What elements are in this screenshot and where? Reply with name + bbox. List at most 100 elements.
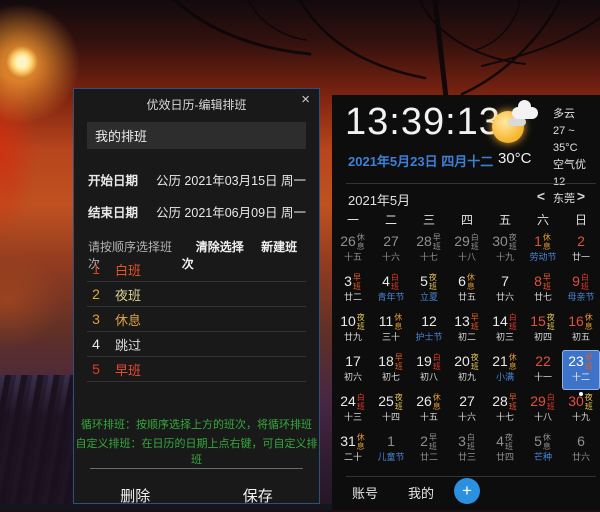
panel-divider-bottom [346,476,596,477]
help-line-custom: 自定义排班：在日历的日期上点右键，可自定义排班 [74,435,319,467]
lunar-date-label: 初七 [372,372,410,383]
calendar-day-1[interactable]: 1儿童节 [372,430,410,470]
calendar-grid: 26休息十五27十六28早班十七29白班十八30夜班十九1休息劳动节2廿一3早班… [334,230,600,470]
calendar-day-30[interactable]: 30夜班十九 [562,390,600,430]
lunar-date-label: 十六 [372,252,410,263]
shift-badge: 早班 [543,274,552,291]
calendar-day-17[interactable]: 17初六 [334,350,372,390]
shift-order-number: 5 [87,361,105,377]
calendar-day-8[interactable]: 8早班廿七 [524,270,562,310]
calendar-day-19[interactable]: 19白班初八 [410,350,448,390]
day-number: 8 [534,273,542,289]
day-number: 12 [421,313,437,329]
shift-row-跳过[interactable]: 4跳过 [87,332,306,357]
shift-row-早班[interactable]: 5早班 [87,357,306,382]
calendar-day-14[interactable]: 14白班初三 [486,310,524,350]
calendar-day-16[interactable]: 16休息初五 [562,310,600,350]
calendar-day-9[interactable]: 9白班母亲节 [562,270,600,310]
calendar-day-28[interactable]: 28早班十七 [410,230,448,270]
calendar-day-4[interactable]: 4白班青年节 [372,270,410,310]
day-number: 27 [383,233,399,249]
prev-month-button[interactable]: < [532,188,550,204]
calendar-day-25[interactable]: 25夜班十四 [372,390,410,430]
calendar-day-31[interactable]: 31休息二十 [334,430,372,470]
calendar-day-26[interactable]: 26休息十五 [334,230,372,270]
delete-button[interactable]: 删除 [74,479,197,512]
calendar-day-27[interactable]: 27 十六 [372,230,410,270]
lunar-date-label: 十五 [410,412,448,423]
day-number: 16 [568,313,584,329]
shift-badge: 白班 [467,434,476,451]
calendar-day-11[interactable]: 11休息三十 [372,310,410,350]
lunar-date-label: 初五 [562,332,600,343]
calendar-day-28[interactable]: 28早班十七 [486,390,524,430]
calendar-day-26[interactable]: 26休息十五 [410,390,448,430]
calendar-day-2[interactable]: 2早班廿二 [410,430,448,470]
day-number: 27 [459,393,475,409]
calendar-day-3[interactable]: 3白班廿三 [448,430,486,470]
end-date-value[interactable]: 公历 2021年06月09日 周一 [156,202,306,221]
calendar-day-13[interactable]: 13早班初二 [448,310,486,350]
shift-badge: 休息 [394,314,403,331]
calendar-day-5[interactable]: 5夜班立夏 [410,270,448,310]
calendar-day-1[interactable]: 1休息劳动节 [524,230,562,270]
calendar-day-15[interactable]: 15夜班初四 [524,310,562,350]
shift-badge: 夜班 [395,394,404,411]
shift-row-休息[interactable]: 3休息 [87,307,306,332]
calendar-day-29[interactable]: 29白班十八 [448,230,486,270]
day-number: 5 [420,273,428,289]
lunar-date-label: 初二 [448,332,486,343]
calendar-day-3[interactable]: 3早班廿二 [334,270,372,310]
day-number: 13 [454,313,470,329]
calendar-day-27[interactable]: 27十六 [448,390,486,430]
shift-name-label: 休息 [115,310,141,329]
shift-order-number: 2 [87,286,105,302]
calendar-day-23[interactable]: 23早班十二 [562,350,600,390]
edit-shift-dialog: 优效日历-编辑排班 × 开始日期 公历 2021年03月15日 周一 结束日期 … [73,88,320,504]
shift-badge: 夜班 [547,314,556,331]
day-number: 20 [454,353,470,369]
weekday-label: 二 [372,211,410,228]
festival-label: 青年节 [372,292,410,303]
calendar-day-4[interactable]: 4夜班廿四 [486,430,524,470]
start-date-value[interactable]: 公历 2021年03月15日 周一 [156,170,306,189]
weekday-label: 四 [448,211,486,228]
lunar-date-label: 十八 [524,412,562,423]
lunar-date-label: 十九 [486,252,524,263]
calendar-day-5[interactable]: 5休息芒种 [524,430,562,470]
shift-row-白班[interactable]: 1白班 [87,257,306,282]
clear-selection-button[interactable]: 清除选择 [196,240,244,254]
shift-list: 1白班2夜班3休息4跳过5早班 [87,257,306,382]
weather-icon[interactable] [490,105,540,147]
calendar-day-22[interactable]: 22十一 [524,350,562,390]
day-number: 26 [340,233,356,249]
shift-badge: 早班 [585,354,594,371]
next-month-button[interactable]: > [572,188,590,204]
calendar-day-30[interactable]: 30夜班十九 [486,230,524,270]
shift-badge: 休息 [433,394,442,411]
close-icon[interactable]: × [301,92,310,108]
calendar-day-18[interactable]: 18早班初七 [372,350,410,390]
calendar-day-7[interactable]: 7廿六 [486,270,524,310]
add-button[interactable]: + [454,478,480,504]
day-number: 7 [501,273,509,289]
calendar-day-21[interactable]: 21休息小满 [486,350,524,390]
calendar-day-6[interactable]: 6休息廿五 [448,270,486,310]
day-number: 1 [387,433,395,449]
calendar-day-12[interactable]: 12护士节 [410,310,448,350]
day-number: 29 [530,393,546,409]
shift-row-夜班[interactable]: 2夜班 [87,282,306,307]
calendar-day-2[interactable]: 2廿一 [562,230,600,270]
schedule-name-input[interactable] [87,122,306,149]
save-button[interactable]: 保存 [197,479,320,512]
start-date-label: 开始日期 [88,170,138,189]
calendar-day-29[interactable]: 29白班十八 [524,390,562,430]
account-button[interactable]: 账号 [352,483,378,502]
calendar-day-6[interactable]: 6廿六 [562,430,600,470]
day-number: 5 [534,433,542,449]
calendar-day-24[interactable]: 24白班十三 [334,390,372,430]
mine-button[interactable]: 我的 [408,483,434,502]
calendar-day-10[interactable]: 10夜班廿九 [334,310,372,350]
current-date-lunar[interactable]: 2021年5月23日 四月十二 [348,151,493,170]
calendar-day-20[interactable]: 20夜班初九 [448,350,486,390]
